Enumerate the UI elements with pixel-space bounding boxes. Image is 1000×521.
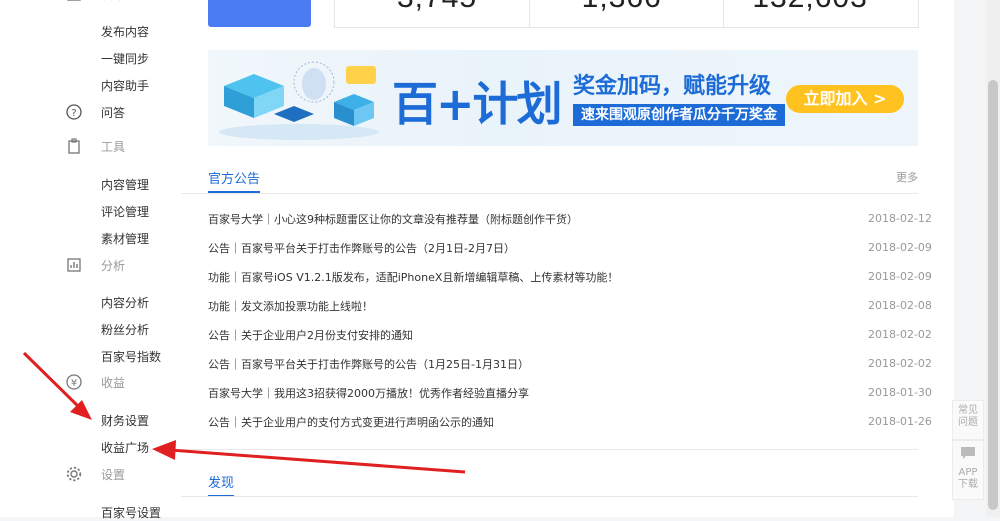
sidebar-item-content-assistant[interactable]: 内容助手 [101, 78, 149, 94]
announcement-item[interactable]: 公告｜关于企业用户2月份支付安排的通知 [208, 327, 413, 343]
announcement-item[interactable]: 公告｜关于企业用户的支付方式变更进行声明函公示的通知 [208, 414, 494, 430]
sidebar-item-content-analysis[interactable]: 内容分析 [101, 295, 149, 311]
banner-title: 百+计划 [392, 77, 563, 131]
announcement-item[interactable]: 功能｜发文添加投票功能上线啦！ [208, 298, 373, 314]
app-download-label: APP 下载 [958, 467, 978, 490]
sidebar-item-index[interactable]: 百家号指数 [101, 349, 161, 365]
divider [181, 496, 918, 497]
svg-text:¥: ¥ [71, 378, 77, 389]
sidebar-group-label: 发布 [101, 0, 125, 3]
announcement-date: 2018-02-08 [868, 299, 932, 312]
sidebar-item-fans-analysis[interactable]: 粉丝分析 [101, 322, 149, 338]
announcement-item[interactable]: 功能｜百家号iOS V1.2.1版发布，适配iPhoneX且新增编辑草稿、上传素… [208, 269, 618, 285]
app-download-button[interactable]: APP 下载 [952, 440, 984, 500]
publish-card[interactable] [208, 0, 311, 27]
svg-text:?: ? [71, 108, 76, 119]
join-button[interactable]: 立即加入 > [786, 85, 904, 113]
sidebar-group-label: 工具 [101, 139, 126, 154]
yuan-coin-icon: ¥ [66, 374, 82, 390]
announcement-date: 2018-02-09 [868, 241, 932, 254]
section-title-announcements[interactable]: 官方公告 [208, 168, 261, 193]
announcement-date: 2018-02-12 [868, 212, 932, 225]
announcement-date: 2018-02-09 [868, 270, 932, 283]
announcement-date: 2018-02-02 [868, 357, 932, 370]
stat-cell: 3,745 [335, 0, 530, 27]
divider [181, 193, 918, 194]
divider [181, 449, 918, 450]
announcement-item[interactable]: 百家号大学｜小心这9种标题雷区让你的文章没有推荐量（附标题创作干货） [208, 211, 578, 227]
sidebar-item-sync[interactable]: 一键同步 [101, 51, 149, 67]
announcement-item[interactable]: 公告｜百家号平台关于打击作弊账号的公告（1月25日-1月31日） [208, 356, 529, 372]
stat-value: 132,603 [752, 0, 867, 15]
stats-panel: 3,745 1,366 132,603 [334, 0, 919, 28]
chat-icon [961, 447, 975, 459]
banner-tagline: 速来围观原创作者瓜分千万奖金 [573, 104, 785, 126]
sidebar-item-finance-settings[interactable]: 财务设置 [101, 413, 149, 429]
gear-icon [66, 466, 82, 482]
sidebar-group-label: 收益 [101, 375, 126, 390]
announcement-item[interactable]: 百家号大学｜我用这3招获得2000万播放！优秀作者经验直播分享 [208, 385, 529, 401]
faq-button[interactable]: 常见问题 [952, 400, 984, 440]
stat-cell: 132,603 [724, 0, 918, 27]
announcement-item[interactable]: 公告｜百家号平台关于打击作弊账号的公告（2月1日-2月7日） [208, 240, 515, 256]
sidebar-group-label: 设置 [101, 467, 126, 482]
announcement-date: 2018-02-02 [868, 328, 932, 341]
sidebar-group-label: 分析 [101, 258, 126, 273]
faq-label: 常见问题 [958, 405, 978, 428]
sidebar-item-income-square[interactable]: 收益广场 [101, 440, 149, 456]
scrollbar[interactable] [986, 0, 1000, 517]
sidebar-item-content-manage[interactable]: 内容管理 [101, 177, 149, 193]
announcement-date: 2018-01-26 [868, 415, 932, 428]
banner-illustration [219, 61, 379, 140]
more-link[interactable]: 更多 [896, 169, 918, 185]
sidebar: 发布 发布内容 一键同步 内容助手 ? 问答 工具 内容管理 评论管理 素材管理… [0, 0, 182, 520]
stat-value: 3,745 [397, 0, 477, 15]
clipboard-icon [68, 138, 80, 154]
stat-value: 1,366 [582, 0, 662, 15]
banner-subtitle: 奖金加码，赋能升级 [573, 74, 772, 99]
stat-cell: 1,366 [530, 0, 725, 27]
sidebar-item-comment-manage[interactable]: 评论管理 [101, 204, 149, 220]
chart-icon [67, 258, 81, 272]
sidebar-item-label: 问答 [101, 105, 126, 120]
section-title-discover[interactable]: 发现 [208, 472, 235, 497]
sidebar-item-publish-content[interactable]: 发布内容 [101, 24, 149, 40]
promo-banner[interactable]: 百+计划 奖金加码，赋能升级 速来围观原创作者瓜分千万奖金 立即加入 > [208, 50, 918, 146]
question-icon: ? [66, 104, 82, 120]
announcement-date: 2018-01-30 [868, 386, 932, 399]
sidebar-item-account-settings[interactable]: 百家号设置 [101, 505, 161, 521]
edit-icon [67, 0, 81, 1]
scrollbar-thumb[interactable] [988, 80, 998, 510]
sidebar-item-material-manage[interactable]: 素材管理 [101, 231, 149, 247]
